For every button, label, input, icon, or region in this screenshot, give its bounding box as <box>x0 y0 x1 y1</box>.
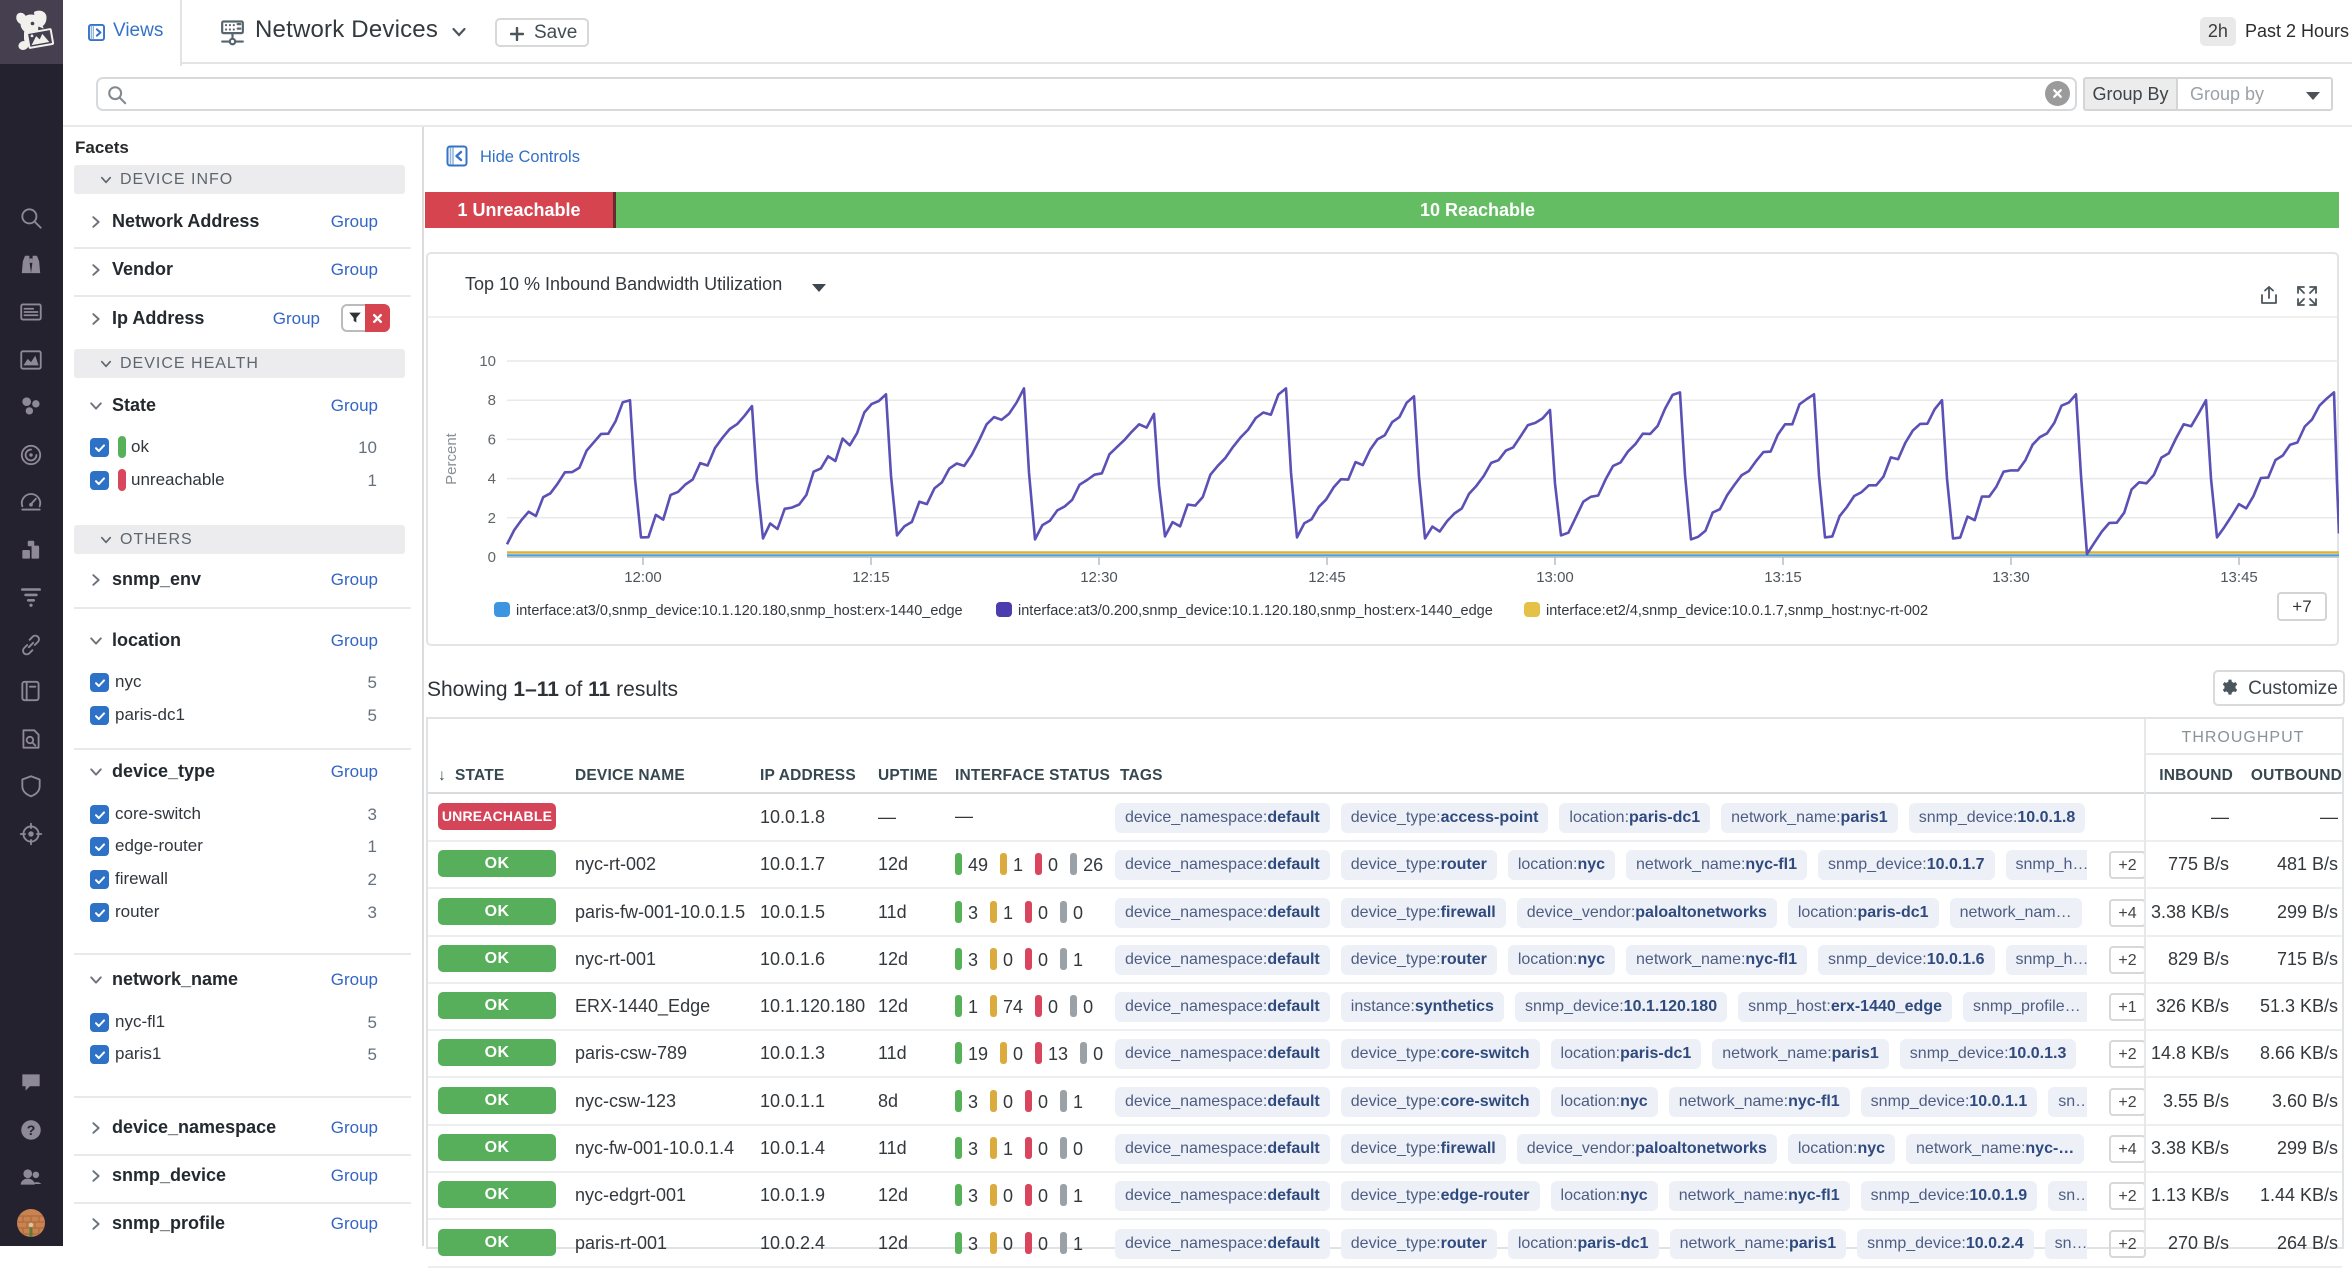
svg-text:13:45: 13:45 <box>2220 569 2258 586</box>
svg-text:Percent: Percent <box>443 432 460 485</box>
svg-text:0: 0 <box>488 549 496 566</box>
svg-text:13:15: 13:15 <box>1764 569 1802 586</box>
svg-text:12:00: 12:00 <box>624 569 662 586</box>
svg-text:2: 2 <box>488 510 496 527</box>
svg-text:4: 4 <box>488 471 496 488</box>
svg-text:?: ? <box>27 1122 36 1138</box>
svg-text:13:30: 13:30 <box>1992 569 2030 586</box>
svg-text:10: 10 <box>479 353 496 370</box>
svg-text:8: 8 <box>488 392 496 409</box>
svg-text:12:45: 12:45 <box>1308 569 1346 586</box>
svg-text:12:15: 12:15 <box>852 569 890 586</box>
svg-text:13:00: 13:00 <box>1536 569 1574 586</box>
svg-text:6: 6 <box>488 431 496 448</box>
svg-text:12:30: 12:30 <box>1080 569 1118 586</box>
